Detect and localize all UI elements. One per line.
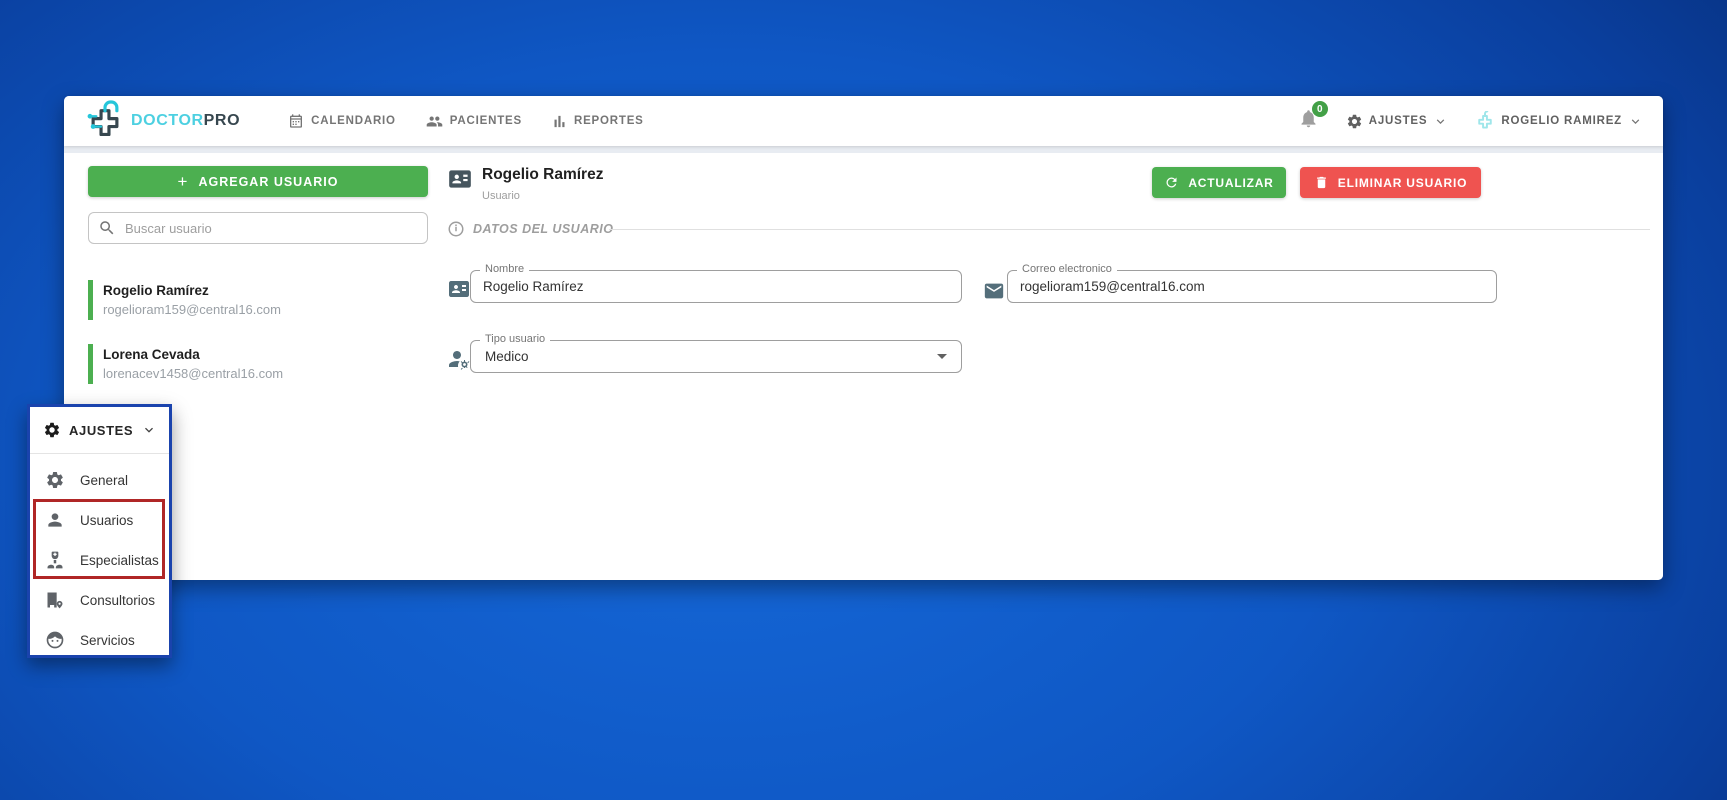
nav-item-calendario[interactable]: CALENDARIO	[288, 113, 396, 129]
top-navigation-bar: DOCTORPRO CALENDARIO PACIENTES REPORTES	[64, 96, 1663, 146]
medical-cross-logo-icon	[86, 100, 124, 142]
menu-item-label: Especialistas	[80, 553, 159, 568]
ajustes-label: AJUSTES	[1369, 115, 1428, 127]
bar-chart-icon	[552, 114, 567, 129]
user-list-item-lorena[interactable]: Lorena Cevada lorenacev1458@central16.co…	[88, 344, 428, 384]
info-icon	[447, 220, 465, 238]
user-type-value: Medico	[485, 349, 529, 364]
ajustes-dropdown-header[interactable]: AJUSTES	[30, 407, 169, 453]
menu-item-label: Usuarios	[80, 513, 133, 528]
brand-doctor: DOCTOR	[131, 112, 204, 129]
desktop-background: DOCTORPRO CALENDARIO PACIENTES REPORTES	[0, 0, 1727, 800]
chevron-down-icon	[1433, 114, 1448, 129]
gear-icon	[45, 470, 65, 490]
user-item-name: Lorena Cevada	[103, 345, 428, 364]
face-icon	[45, 630, 65, 650]
nav-label: REPORTES	[574, 115, 644, 127]
doctor-icon	[45, 550, 65, 570]
main-navigation: CALENDARIO PACIENTES REPORTES	[288, 113, 644, 130]
dropdown-caret-icon	[937, 354, 947, 359]
section-title: DATOS DEL USUARIO	[473, 222, 613, 236]
detail-subtitle: Usuario	[482, 190, 520, 202]
name-field: Nombre	[470, 270, 962, 303]
notifications-button[interactable]: 0	[1298, 108, 1319, 134]
notification-count-badge: 0	[1312, 101, 1328, 117]
gear-icon	[43, 421, 61, 439]
add-user-button-label: AGREGAR USUARIO	[198, 175, 338, 189]
user-type-select[interactable]: Tipo usuario Medico	[470, 340, 962, 373]
envelope-icon	[983, 280, 1005, 302]
topbar-right-group: 0 AJUSTES ROGELIO RAMIREZ	[1298, 108, 1643, 134]
main-content: + AGREGAR USUARIO Rogelio Ramírez rogeli…	[64, 153, 1663, 580]
calendar-icon	[288, 113, 304, 129]
ajustes-dropdown-title: AJUSTES	[69, 423, 133, 438]
patients-people-icon	[426, 113, 443, 130]
ajustes-dropdown-menu: AJUSTES General Usuarios Especialistas C…	[27, 404, 172, 658]
trash-icon	[1314, 175, 1329, 190]
doctorpro-logo[interactable]: DOCTORPRO	[86, 100, 240, 142]
brand-text: DOCTORPRO	[131, 112, 240, 130]
section-divider	[609, 229, 1650, 230]
manage-accounts-icon	[447, 347, 471, 371]
plus-icon: +	[178, 173, 189, 190]
user-item-email: lorenacev1458@central16.com	[103, 364, 428, 383]
nav-item-pacientes[interactable]: PACIENTES	[426, 113, 522, 130]
name-input[interactable]	[471, 271, 961, 302]
update-button[interactable]: ACTUALIZAR	[1152, 167, 1286, 198]
search-input[interactable]	[88, 212, 428, 244]
nav-label: CALENDARIO	[311, 115, 396, 127]
menu-item-consultorios[interactable]: Consultorios	[30, 580, 169, 620]
update-button-label: ACTUALIZAR	[1188, 176, 1273, 190]
menu-item-label: Servicios	[80, 633, 135, 648]
name-field-label: Nombre	[480, 263, 529, 275]
search-icon	[98, 219, 116, 237]
nav-label: PACIENTES	[450, 115, 522, 127]
user-name-label: ROGELIO RAMIREZ	[1501, 115, 1622, 127]
chevron-down-icon	[141, 422, 157, 438]
contact-card-icon	[447, 166, 473, 192]
person-icon	[45, 510, 65, 530]
menu-item-usuarios[interactable]: Usuarios	[30, 500, 169, 540]
user-item-name: Rogelio Ramírez	[103, 281, 428, 300]
email-field: Correo electronico	[1007, 270, 1497, 303]
chevron-down-icon	[1628, 114, 1643, 129]
menu-item-label: Consultorios	[80, 593, 155, 608]
user-item-email: rogelioram159@central16.com	[103, 300, 428, 319]
user-search	[88, 212, 428, 244]
detail-title: Rogelio Ramírez	[482, 166, 603, 184]
refresh-icon	[1164, 175, 1179, 190]
delete-button-label: ELIMINAR USUARIO	[1338, 176, 1467, 190]
email-field-label: Correo electronico	[1017, 263, 1117, 275]
user-type-label: Tipo usuario	[480, 333, 550, 345]
menu-item-general[interactable]: General	[30, 460, 169, 500]
brand-pro: PRO	[204, 112, 240, 129]
clinic-building-icon	[45, 590, 65, 610]
delete-user-button[interactable]: ELIMINAR USUARIO	[1300, 167, 1481, 198]
mini-cross-logo-icon	[1475, 111, 1495, 131]
gear-icon	[1346, 113, 1363, 130]
app-window: DOCTORPRO CALENDARIO PACIENTES REPORTES	[64, 96, 1663, 580]
menu-item-label: General	[80, 473, 128, 488]
menu-item-servicios[interactable]: Servicios	[30, 620, 169, 660]
add-user-button[interactable]: + AGREGAR USUARIO	[88, 166, 428, 197]
user-menu-trigger[interactable]: ROGELIO RAMIREZ	[1475, 111, 1643, 131]
ajustes-menu-list: General Usuarios Especialistas Consultor…	[30, 454, 169, 660]
contact-card-icon	[447, 277, 471, 301]
nav-item-reportes[interactable]: REPORTES	[552, 114, 644, 129]
menu-item-especialistas[interactable]: Especialistas	[30, 540, 169, 580]
user-list-item-rogelio[interactable]: Rogelio Ramírez rogelioram159@central16.…	[88, 280, 428, 320]
email-input[interactable]	[1008, 271, 1496, 302]
ajustes-menu-trigger[interactable]: AJUSTES	[1346, 113, 1449, 130]
